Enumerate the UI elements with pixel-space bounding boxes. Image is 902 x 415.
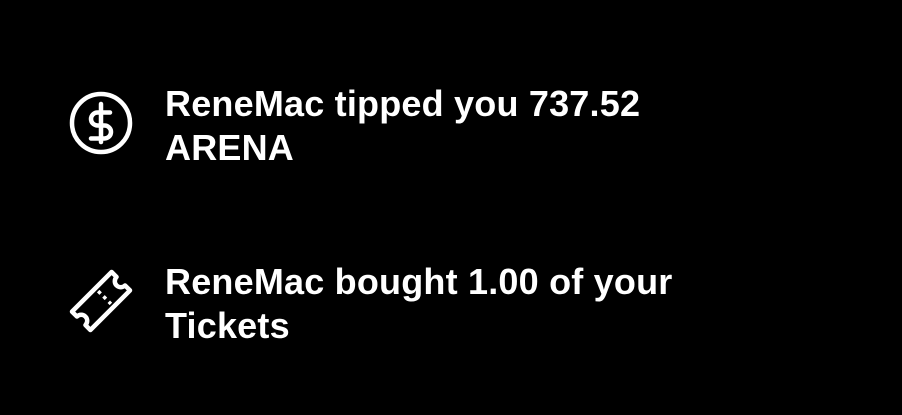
notification-ticket-purchase[interactable]: ReneMac bought 1.00 of your Tickets [68,260,765,348]
notification-text: ReneMac bought 1.00 of your Tickets [165,260,765,348]
notification-line-1: ReneMac bought 1.00 of your [165,261,673,302]
notification-tip[interactable]: ReneMac tipped you 737.52 ARENA [68,82,765,170]
notification-feed: ReneMac tipped you 737.52 ARENA ReneMac … [0,0,902,415]
dollar-circle-icon [68,90,134,156]
ticket-icon [68,268,134,334]
notification-text: ReneMac tipped you 737.52 ARENA [165,82,765,170]
notification-line-2: Tickets [165,305,290,346]
notification-line-1: ReneMac tipped you 737.52 [165,83,641,124]
notification-line-2: ARENA [165,127,295,168]
